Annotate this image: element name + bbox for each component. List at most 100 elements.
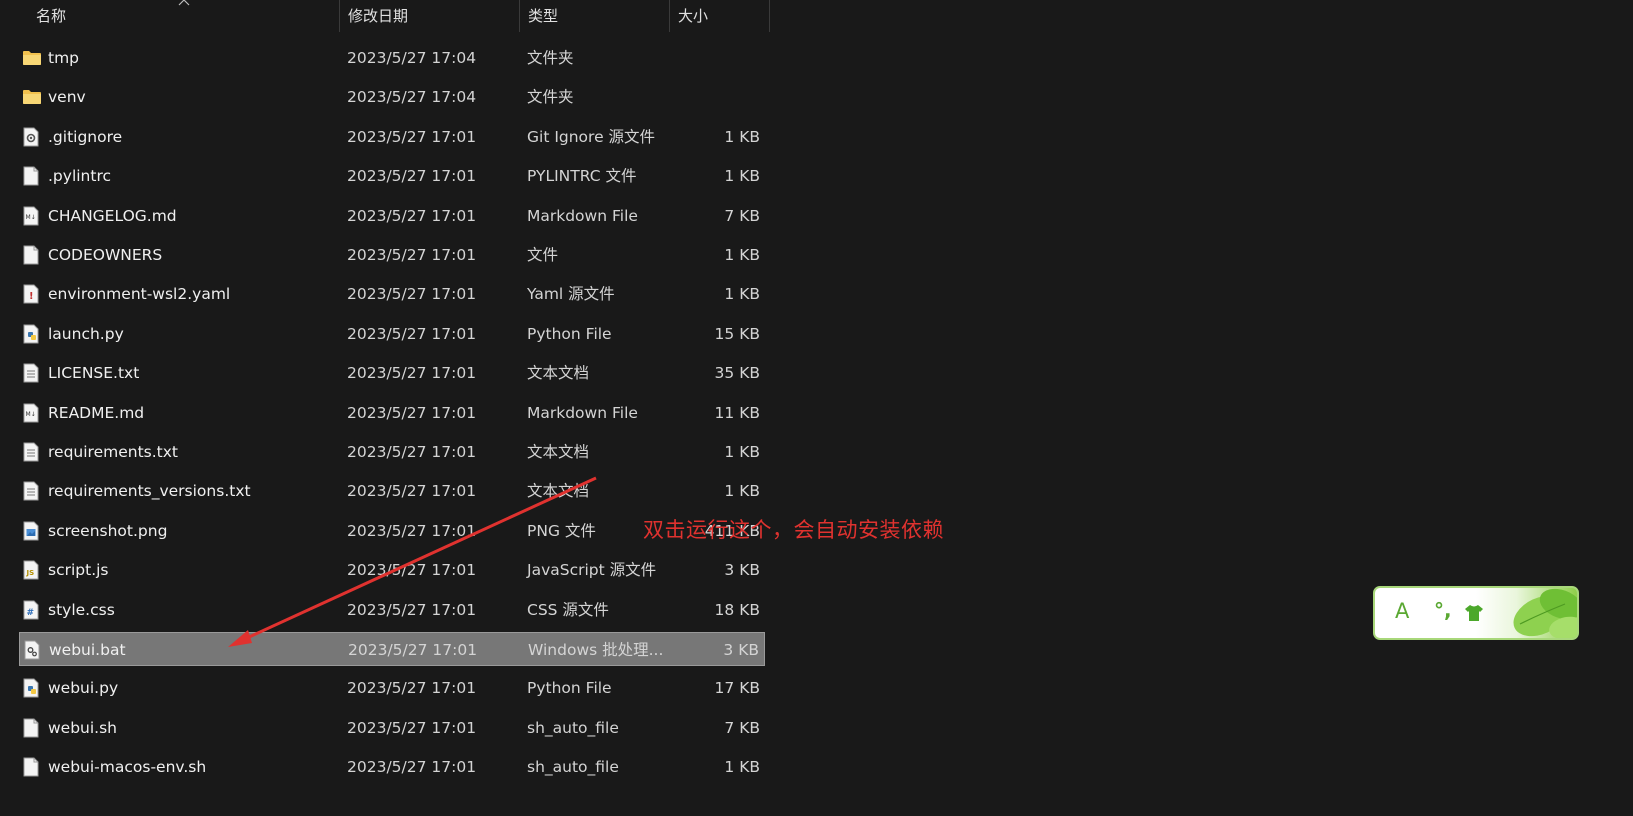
file-row[interactable]: tmp 2023/5/27 17:04 文件夹 — [19, 41, 765, 75]
file-row[interactable]: .pylintrc 2023/5/27 17:01 PYLINTRC 文件 1 KB — [19, 159, 765, 193]
file-size: 1 KB — [724, 167, 760, 186]
file-name: webui.bat — [49, 641, 126, 659]
file-type: Windows 批处理... — [528, 641, 664, 659]
file-name: webui-macos-env.sh — [48, 758, 207, 777]
svg-text:#: # — [27, 608, 35, 618]
file-row[interactable]: LICENSE.txt 2023/5/27 17:01 文本文档 35 KB — [19, 356, 765, 390]
svg-text:M↓: M↓ — [26, 411, 36, 418]
svg-text:JS: JS — [26, 569, 35, 577]
file-row[interactable]: M↓ CHANGELOG.md 2023/5/27 17:01 Markdown Fi… — [19, 199, 765, 233]
config-file-icon — [23, 127, 41, 147]
image-file-icon — [23, 521, 41, 541]
file-row[interactable]: webui.sh 2023/5/27 17:01 sh_auto_file 7 KB — [19, 711, 765, 745]
file-date: 2023/5/27 17:01 — [347, 206, 477, 225]
file-row[interactable]: webui.bat 2023/5/27 17:01 Windows 批处理... 3 … — [19, 632, 765, 666]
blank-file-icon — [23, 718, 41, 738]
file-name: venv — [48, 88, 86, 107]
file-size: 1 KB — [724, 246, 760, 264]
folder-icon — [23, 87, 41, 107]
file-type: CSS 源文件 — [527, 600, 609, 619]
file-row[interactable]: launch.py 2023/5/27 17:01 Python File 15 KB — [19, 317, 765, 351]
file-row[interactable]: M↓ README.md 2023/5/27 17:01 Markdown File 1… — [19, 396, 765, 430]
file-type: 文本文档 — [527, 482, 590, 501]
file-row[interactable]: webui.py 2023/5/27 17:01 Python File 17 KB — [19, 671, 765, 705]
file-name: .gitignore — [48, 127, 123, 146]
file-name: script.js — [48, 561, 109, 580]
file-size: 1 KB — [724, 443, 760, 461]
text-file-icon — [23, 363, 41, 383]
file-type: Python File — [527, 679, 612, 698]
file-date: 2023/5/27 17:01 — [347, 758, 477, 777]
file-name: .pylintrc — [48, 167, 112, 186]
file-name: webui.py — [48, 679, 119, 698]
file-row[interactable]: venv 2023/5/27 17:04 文件夹 — [19, 80, 765, 114]
file-date: 2023/5/27 17:04 — [347, 49, 477, 67]
file-type: PNG 文件 — [527, 521, 596, 540]
file-row[interactable]: requirements_versions.txt 2023/5/27 17:01… — [19, 474, 765, 508]
file-name: environment-wsl2.yaml — [48, 285, 231, 304]
text-file-icon — [23, 481, 41, 501]
python-file-icon — [23, 678, 41, 698]
file-row[interactable]: # style.css 2023/5/27 17:01 CSS 源文件 18 KB — [19, 593, 765, 627]
leaf-decoration-icon — [1495, 588, 1577, 638]
file-size: 1 KB — [724, 758, 760, 777]
column-header-name[interactable]: 名称 — [28, 0, 340, 32]
file-name: requirements.txt — [48, 443, 178, 461]
column-header: 名称 修改日期 类型 大小 — [0, 0, 770, 32]
svg-text:!: ! — [29, 291, 34, 302]
blank-file-icon — [23, 245, 41, 265]
file-date: 2023/5/27 17:04 — [347, 88, 477, 107]
file-size: 18 KB — [714, 600, 760, 619]
file-date: 2023/5/27 17:01 — [347, 600, 477, 619]
file-type: sh_auto_file — [527, 718, 619, 737]
file-date: 2023/5/27 17:01 — [347, 285, 477, 304]
file-size: 7 KB — [724, 718, 760, 737]
file-date: 2023/5/27 17:01 — [347, 482, 477, 501]
column-header-size[interactable]: 大小 — [670, 0, 770, 32]
file-type: Yaml 源文件 — [527, 285, 615, 304]
file-type: Git Ignore 源文件 — [527, 127, 656, 146]
column-header-date[interactable]: 修改日期 — [340, 0, 520, 32]
file-size: 35 KB — [714, 364, 760, 383]
file-name: CHANGELOG.md — [48, 206, 177, 225]
file-explorer: 名称 修改日期 类型 大小 tmp 2023/5/27 17:04 文件夹 venv 2… — [0, 0, 1633, 816]
file-date: 2023/5/27 17:01 — [347, 364, 477, 383]
column-header-type[interactable]: 类型 — [520, 0, 670, 32]
file-row[interactable]: CODEOWNERS 2023/5/27 17:01 文件 1 KB — [19, 238, 765, 272]
annotation-text: 双击运行这个，会自动安装依赖 — [643, 518, 944, 542]
file-date: 2023/5/27 17:01 — [347, 718, 477, 737]
file-date: 2023/5/27 17:01 — [348, 641, 478, 659]
file-date: 2023/5/27 17:01 — [347, 403, 477, 422]
blank-file-icon — [23, 166, 41, 186]
file-size: 3 KB — [724, 561, 760, 580]
file-date: 2023/5/27 17:01 — [347, 324, 477, 343]
file-row[interactable]: .gitignore 2023/5/27 17:01 Git Ignore 源文件 1… — [19, 120, 765, 154]
ime-punctuation-toggle[interactable]: °, — [1434, 598, 1452, 622]
file-size: 3 KB — [723, 641, 759, 659]
file-size: 7 KB — [724, 206, 760, 225]
file-type: PYLINTRC 文件 — [527, 167, 637, 186]
batch-file-icon — [24, 640, 42, 660]
file-row[interactable]: webui-macos-env.sh 2023/5/27 17:01 sh_auto… — [19, 750, 765, 784]
file-row[interactable]: JS script.js 2023/5/27 17:01 JavaScript 源文件… — [19, 553, 765, 587]
file-name: webui.sh — [48, 718, 118, 737]
file-size: 1 KB — [724, 127, 760, 146]
file-name: LICENSE.txt — [48, 364, 140, 383]
ime-mode-toggle[interactable]: A — [1395, 599, 1409, 623]
ime-toolbar[interactable]: A °, — [1373, 586, 1579, 640]
file-type: Markdown File — [527, 206, 638, 225]
tshirt-icon[interactable] — [1463, 603, 1485, 623]
file-row[interactable]: ! environment-wsl2.yaml 2023/5/27 17:01 Yam… — [19, 277, 765, 311]
file-date: 2023/5/27 17:01 — [347, 561, 477, 580]
file-date: 2023/5/27 17:01 — [347, 679, 477, 698]
file-row[interactable]: requirements.txt 2023/5/27 17:01 文本文档 1 KB — [19, 435, 765, 469]
file-type: Markdown File — [527, 403, 638, 422]
file-name: tmp — [48, 49, 80, 67]
js-file-icon: JS — [23, 560, 41, 580]
file-type: sh_auto_file — [527, 758, 619, 777]
text-file-icon — [23, 442, 41, 462]
file-name: launch.py — [48, 324, 124, 343]
css-file-icon: # — [23, 600, 41, 620]
folder-icon — [23, 48, 41, 68]
file-date: 2023/5/27 17:01 — [347, 443, 477, 461]
